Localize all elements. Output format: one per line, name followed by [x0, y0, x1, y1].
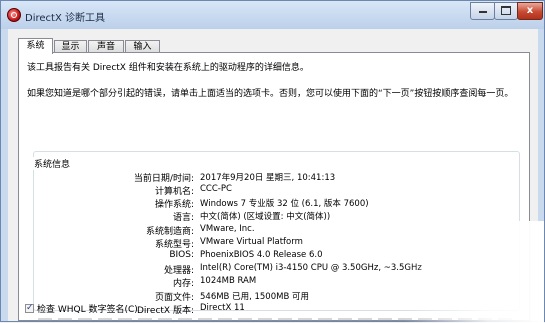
info-value: DirectX 11: [200, 303, 245, 313]
info-key: 内存:: [172, 279, 194, 289]
info-key: 操作系统:: [154, 200, 194, 210]
info-value: 2017年9月20日 星期三, 10:41:13: [200, 173, 336, 183]
tab-label: 系统: [26, 41, 45, 51]
checkmark-icon: ✓: [26, 303, 34, 313]
tab-label: 输入: [133, 42, 152, 52]
maximize-icon: [501, 5, 511, 15]
whql-checkbox-row[interactable]: ✓ 检查 WHQL 数字签名(C): [25, 302, 138, 315]
info-value: 中文(简体) (区域设置: 中文(简体)): [200, 212, 331, 222]
whql-checkbox[interactable]: ✓: [25, 303, 34, 313]
info-key: BIOS:: [169, 250, 194, 260]
watermark-fade: [404, 221, 544, 323]
info-value: CCC-PC: [200, 184, 232, 194]
system-info-title: 系统信息: [31, 157, 74, 170]
tab-label: 显示: [61, 42, 80, 52]
info-key: 计算机名:: [154, 187, 194, 197]
maximize-button[interactable]: [494, 2, 518, 20]
whql-checkbox-label: 检查 WHQL 数字签名(C): [37, 305, 138, 315]
intro-text-2: 如果您知道是哪个部分引起的错误，请单击上面适当的选项卡。否则，您可以使用下面的“…: [27, 89, 514, 99]
minimize-button[interactable]: [470, 2, 495, 20]
close-button[interactable]: x: [517, 2, 543, 20]
tab-label: 声音: [96, 42, 115, 52]
info-value: 546MB 已用, 1500MB 可用: [200, 292, 309, 302]
info-key: DirectX 版本:: [136, 306, 194, 316]
dxdiag-window: DirectX 诊断工具 x 系统 显示 声音 输入 该工具报告有关 Direc…: [0, 0, 545, 323]
info-key: 处理器:: [163, 266, 194, 276]
tab-system[interactable]: 系统: [18, 38, 53, 54]
title-bar[interactable]: DirectX 诊断工具 x: [1, 1, 544, 29]
info-key: 系统制造商:: [145, 227, 194, 237]
minimize-icon: [478, 11, 487, 13]
directx-app-icon: [7, 8, 21, 22]
info-key: 语言:: [172, 213, 194, 223]
info-row-computer-name: 计算机名: CCC-PC: [19, 184, 519, 197]
info-value: Windows 7 专业版 32 位 (6.1, 版本 7600): [200, 199, 369, 209]
info-key: 当前日期/时间:: [133, 174, 194, 184]
info-value: 1024MB RAM: [200, 276, 257, 286]
info-row-date-time: 当前日期/时间: 2017年9月20日 星期三, 10:41:13: [19, 171, 519, 184]
window-title: DirectX 诊断工具: [25, 13, 105, 24]
info-key: 系统型号:: [154, 240, 194, 250]
info-value: PhoenixBIOS 4.0 Release 6.0: [200, 250, 323, 260]
info-value: Intel(R) Core(TM) i3-4150 CPU @ 3.50GHz,…: [200, 263, 422, 273]
info-row-os: 操作系统: Windows 7 专业版 32 位 (6.1, 版本 7600): [19, 197, 519, 210]
info-key: 页面文件:: [154, 293, 194, 303]
close-icon: x: [526, 5, 534, 16]
info-value: VMware Virtual Platform: [200, 237, 303, 247]
info-value: VMware, Inc.: [200, 224, 255, 234]
intro-text-1: 该工具报告有关 DirectX 组件和安装在系统上的驱动程序的详细信息。: [27, 63, 309, 73]
